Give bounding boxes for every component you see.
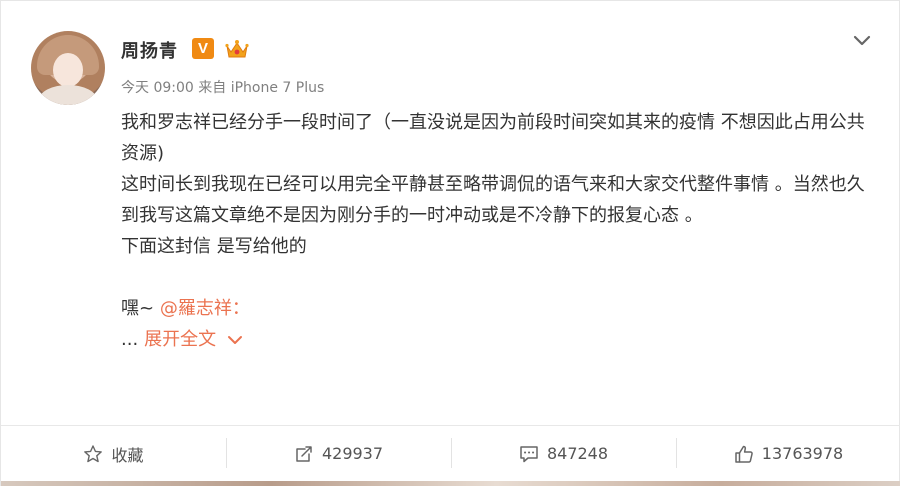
- avatar-face: [53, 53, 83, 87]
- post-paragraph-2: 这时间长到我现在已经可以用完全平静甚至略带调侃的语气来和大家交代整件事情 。当然…: [121, 174, 865, 226]
- comment-count: 847248: [546, 444, 609, 463]
- comment-icon: [520, 445, 538, 462]
- expand-line: ... 展开全文: [121, 324, 881, 355]
- favorite-button[interactable]: 收藏: [1, 426, 226, 481]
- post-time[interactable]: 今天 09:00: [121, 80, 194, 96]
- post-source: 来自 iPhone 7 Plus: [198, 80, 325, 96]
- post-blank-line: [121, 262, 881, 293]
- post-content: 我和罗志祥已经分手一段时间了（一直没说是因为前段时间突如其来的疫情 不想因此占用…: [121, 107, 881, 355]
- repost-icon: [296, 445, 312, 462]
- verified-badge-icon[interactable]: V: [192, 38, 214, 59]
- post-greeting: 嘿~: [121, 298, 155, 319]
- thumbs-up-icon: [735, 445, 753, 463]
- star-icon: [84, 444, 103, 462]
- crown-icon[interactable]: [224, 37, 250, 61]
- next-post-preview-strip: [1, 481, 900, 486]
- expand-full-text-link[interactable]: 展开全文: [144, 324, 216, 355]
- post-paragraph-3: 下面这封信 是写给他的: [121, 236, 307, 257]
- avatar-shoulder: [39, 85, 97, 105]
- ellipsis: ...: [121, 329, 139, 350]
- action-bar: 收藏 429937 847248 13763978: [1, 426, 900, 481]
- like-count: 13763978: [761, 444, 844, 463]
- comment-button[interactable]: 847248: [451, 426, 676, 481]
- chevron-down-icon[interactable]: [849, 27, 875, 53]
- weibo-post-card: 周扬青 V 今天 09:00 来自 iPhone 7 Plus 我和罗志祥已经分…: [0, 0, 900, 486]
- username[interactable]: 周扬青: [121, 37, 178, 63]
- repost-button[interactable]: 429937: [226, 426, 451, 481]
- mention-link[interactable]: @羅志祥：: [160, 298, 250, 319]
- expand-chevron-icon[interactable]: [226, 331, 244, 349]
- repost-count: 429937: [321, 444, 384, 463]
- user-avatar[interactable]: [31, 31, 105, 105]
- post-greeting-line: 嘿~ @羅志祥：: [121, 293, 881, 324]
- post-paragraph-1: 我和罗志祥已经分手一段时间了（一直没说是因为前段时间突如其来的疫情 不想因此占用…: [121, 112, 865, 164]
- post-meta: 今天 09:00 来自 iPhone 7 Plus: [121, 77, 324, 97]
- like-button[interactable]: 13763978: [676, 426, 900, 481]
- favorite-label: 收藏: [111, 445, 144, 465]
